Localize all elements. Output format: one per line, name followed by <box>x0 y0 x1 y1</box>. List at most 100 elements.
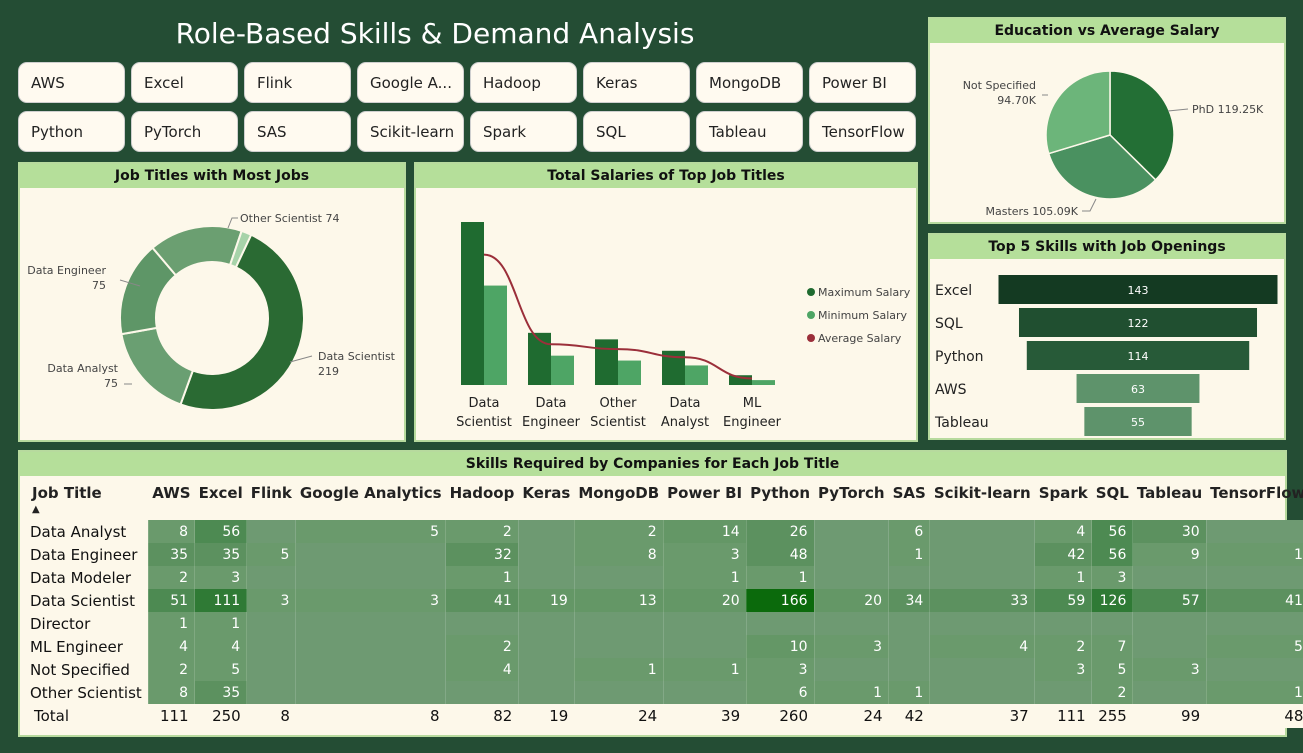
donut-data-label: 75 <box>92 279 106 292</box>
pie-data-label: PhD 119.25K <box>1192 103 1264 116</box>
matrix-cell <box>295 635 447 658</box>
matrix-cell: 57 <box>1132 589 1207 612</box>
matrix-cell: 34 <box>888 589 931 612</box>
matrix-cell <box>574 681 664 704</box>
x-tick-label: Engineer <box>723 415 782 430</box>
total-cell: 82 <box>445 704 519 728</box>
skill-filter-sql[interactable]: SQL <box>583 111 690 152</box>
table-row: Director 1 1 <box>28 612 1303 635</box>
skill-filter-excel[interactable]: Excel <box>131 62 238 103</box>
bar-minimum-salary[interactable] <box>752 380 775 385</box>
column-header-hadoop[interactable]: Hadoop <box>446 480 519 520</box>
skill-filter-mongodb[interactable]: MongoDB <box>696 62 803 103</box>
matrix-cell <box>1206 520 1303 543</box>
skill-filter-google-a-[interactable]: Google A... <box>357 62 464 103</box>
x-tick-label: Data <box>468 396 499 411</box>
matrix-cell: 3 <box>1034 658 1093 681</box>
column-header-excel[interactable]: Excel <box>195 480 247 520</box>
matrix-cell <box>1034 612 1093 635</box>
matrix-cell: 2 <box>148 658 196 681</box>
matrix-cell: 26 <box>746 520 815 543</box>
matrix-cell <box>929 612 1036 635</box>
matrix-cell <box>663 681 747 704</box>
column-header-tensorflow[interactable]: TensorFlow <box>1206 480 1303 520</box>
matrix-cell <box>246 658 297 681</box>
matrix-cell: 2 <box>445 635 519 658</box>
skill-filter-power-bi[interactable]: Power BI <box>809 62 916 103</box>
funnel-value-label: 63 <box>1131 383 1145 396</box>
matrix-cell <box>246 635 297 658</box>
column-header-job-title[interactable]: Job Title ▲ <box>28 480 148 520</box>
bar-minimum-salary[interactable] <box>685 365 708 385</box>
bar-minimum-salary[interactable] <box>484 285 507 385</box>
job-titles-panel-title: Job Titles with Most Jobs <box>20 164 404 188</box>
donut-leader-line <box>227 217 238 229</box>
total-cell: 99 <box>1132 704 1207 728</box>
skill-filter-aws[interactable]: AWS <box>18 62 125 103</box>
row-header-job-title: Data Scientist <box>28 589 149 612</box>
top-skills-panel-title: Top 5 Skills with Job Openings <box>930 235 1284 259</box>
column-header-python[interactable]: Python <box>746 480 814 520</box>
table-row: Data Scientist 51 111 3 3 41 19 13 20 166 20 34 33 59… <box>28 589 1303 612</box>
top-skills-panel: Top 5 Skills with Job Openings Excel 143 S… <box>928 233 1286 440</box>
skill-filter-spark[interactable]: Spark <box>470 111 577 152</box>
skill-filter-sas[interactable]: SAS <box>244 111 351 152</box>
matrix-cell <box>1132 566 1207 589</box>
sort-ascending-icon[interactable]: ▲ <box>32 504 40 515</box>
matrix-cell <box>929 520 1036 543</box>
skill-filter-tensorflow[interactable]: TensorFlow <box>809 111 916 152</box>
column-header-spark[interactable]: Spark <box>1035 480 1092 520</box>
matrix-panel-title: Skills Required by Companies for Each Jo… <box>20 452 1285 476</box>
skill-filter-flink[interactable]: Flink <box>244 62 351 103</box>
skill-filter-tableau[interactable]: Tableau <box>696 111 803 152</box>
row-header-job-title: Director <box>28 612 149 635</box>
column-header-google-analytics[interactable]: Google Analytics <box>296 480 446 520</box>
matrix-cell: 5 <box>246 543 297 566</box>
column-header-keras[interactable]: Keras <box>518 480 574 520</box>
matrix-cell <box>746 612 815 635</box>
column-header-flink[interactable]: Flink <box>247 480 296 520</box>
column-header-scikit-learn[interactable]: Scikit-learn <box>930 480 1035 520</box>
matrix-cell: 33 <box>929 589 1036 612</box>
matrix-cell <box>814 612 890 635</box>
skill-filter-hadoop[interactable]: Hadoop <box>470 62 577 103</box>
bar-maximum-salary[interactable] <box>595 339 618 385</box>
matrix-cell: 1 <box>888 681 931 704</box>
column-header-mongodb[interactable]: MongoDB <box>574 480 663 520</box>
bar-maximum-salary[interactable] <box>461 222 484 385</box>
column-header-sql[interactable]: SQL <box>1092 480 1133 520</box>
column-header-aws[interactable]: AWS <box>148 480 194 520</box>
table-row: Data Modeler 2 3 1 1 1 1 3 <box>28 566 1303 589</box>
matrix-cell: 5 <box>194 658 248 681</box>
column-header-tableau[interactable]: Tableau <box>1133 480 1206 520</box>
row-header-job-title: Data Analyst <box>28 520 149 543</box>
matrix-cell <box>574 566 664 589</box>
column-header-sas[interactable]: SAS <box>889 480 930 520</box>
bar-minimum-salary[interactable] <box>551 355 574 385</box>
donut-slice-data-analyst[interactable] <box>120 326 195 406</box>
row-header-job-title: ML Engineer <box>28 635 149 658</box>
matrix-cell <box>246 566 297 589</box>
x-tick-label: ML <box>743 396 762 411</box>
column-header-pytorch[interactable]: PyTorch <box>814 480 889 520</box>
matrix-cell: 1 <box>888 543 931 566</box>
education-pie-chart: PhD 119.25K Masters 105.09K Not Specified 9… <box>963 70 1264 218</box>
skill-filter-keras[interactable]: Keras <box>583 62 690 103</box>
bar-minimum-salary[interactable] <box>618 360 641 385</box>
skill-filter-pytorch[interactable]: PyTorch <box>131 111 238 152</box>
legend-marker <box>807 288 815 296</box>
matrix-cell <box>663 635 747 658</box>
skill-filter-python[interactable]: Python <box>18 111 125 152</box>
matrix-cell <box>518 543 575 566</box>
matrix-cell: 3 <box>1091 566 1134 589</box>
matrix-cell <box>1206 658 1303 681</box>
skill-filter-scikit-learn[interactable]: Scikit-learn <box>357 111 464 152</box>
matrix-cell: 41 <box>1206 589 1303 612</box>
matrix-cell <box>518 681 575 704</box>
total-cell: 42 <box>888 704 930 728</box>
pie-leader-line <box>1082 198 1097 212</box>
matrix-cell: 20 <box>663 589 747 612</box>
matrix-cell <box>295 658 447 681</box>
top-skills-funnel-chart: Excel 143 SQL 122 Python 114 AWS 63 Tableau 55 <box>934 275 1278 436</box>
column-header-power-bi[interactable]: Power BI <box>663 480 746 520</box>
